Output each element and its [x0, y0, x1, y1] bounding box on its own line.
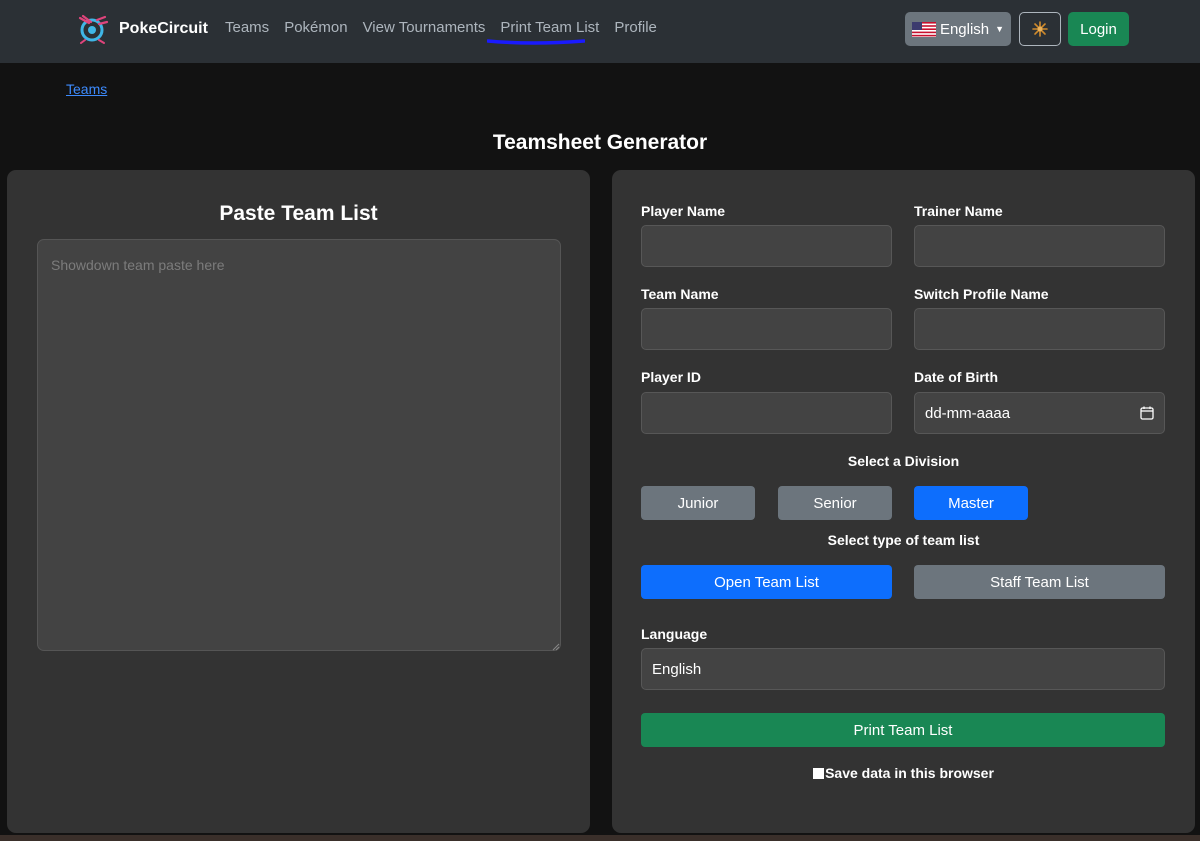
trainer-name-label: Trainer Name — [914, 203, 1003, 219]
save-data-label[interactable]: Save data in this browser — [825, 765, 994, 781]
save-data-checkbox[interactable] — [813, 767, 825, 779]
nav-link-pokemon[interactable]: Pokémon — [284, 19, 347, 36]
player-name-label: Player Name — [641, 203, 726, 219]
nav-link-teams[interactable]: Teams — [225, 19, 269, 36]
list-type-label: Select type of team list — [827, 532, 980, 548]
brand-name: PokeCircuit — [119, 20, 208, 37]
team-paste-textarea[interactable] — [37, 239, 561, 651]
breadcrumb-teams-link[interactable]: Teams — [66, 81, 107, 97]
dob-input[interactable]: dd-mm-aaaa — [914, 392, 1165, 434]
active-link-underline — [487, 39, 585, 45]
nav-link-view-tournaments[interactable]: View Tournaments — [363, 19, 486, 36]
dob-label: Date of Birth — [914, 369, 998, 385]
paste-team-panel: Paste Team List — [7, 170, 590, 833]
team-form-panel: Player Name Trainer Name Team Name Switc… — [612, 170, 1195, 833]
nav-link-print-team-list[interactable]: Print Team List — [500, 19, 599, 36]
resize-grip-icon[interactable] — [552, 643, 560, 651]
print-team-list-button[interactable]: Print Team List — [641, 713, 1165, 747]
switch-profile-input[interactable] — [914, 308, 1165, 350]
language-select[interactable]: English — [641, 648, 1165, 690]
sun-icon — [1032, 21, 1048, 37]
language-button-label: English — [939, 20, 990, 38]
brand[interactable]: PokeCircuit — [77, 14, 208, 44]
theme-toggle-button[interactable] — [1019, 12, 1061, 46]
staff-team-list-button[interactable]: Staff Team List — [914, 565, 1165, 599]
player-id-input[interactable] — [641, 392, 892, 434]
language-dropdown-button[interactable]: English ▼ — [905, 12, 1011, 46]
team-name-input[interactable] — [641, 308, 892, 350]
login-button[interactable]: Login — [1068, 12, 1129, 46]
dob-placeholder: dd-mm-aaaa — [925, 404, 1011, 422]
chevron-down-icon: ▼ — [995, 24, 1005, 34]
us-flag-icon — [911, 21, 936, 37]
open-team-list-button[interactable]: Open Team List — [641, 565, 892, 599]
division-junior-button[interactable]: Junior — [641, 486, 755, 520]
trainer-name-input[interactable] — [914, 225, 1165, 267]
pokecircuit-logo-icon — [78, 14, 109, 44]
player-name-input[interactable] — [641, 225, 892, 267]
page-title: Teamsheet Generator — [492, 131, 708, 154]
player-id-label: Player ID — [641, 369, 701, 385]
language-label: Language — [641, 626, 708, 642]
nav-links: Teams Pokémon View Tournaments Print Tea… — [225, 19, 672, 36]
top-navbar: PokeCircuit Teams Pokémon View Tournamen… — [0, 0, 1200, 63]
division-senior-button[interactable]: Senior — [778, 486, 892, 520]
switch-profile-label: Switch Profile Name — [914, 286, 1049, 302]
save-data-row: Save data in this browser — [612, 765, 1195, 781]
division-label: Select a Division — [847, 453, 960, 469]
language-select-value: English — [652, 660, 702, 678]
bottom-edge-strip — [0, 835, 1200, 841]
paste-team-heading: Paste Team List — [219, 202, 378, 225]
team-name-label: Team Name — [641, 286, 719, 302]
calendar-icon[interactable] — [1140, 406, 1154, 420]
division-master-button[interactable]: Master — [914, 486, 1028, 520]
nav-link-profile[interactable]: Profile — [614, 19, 657, 36]
